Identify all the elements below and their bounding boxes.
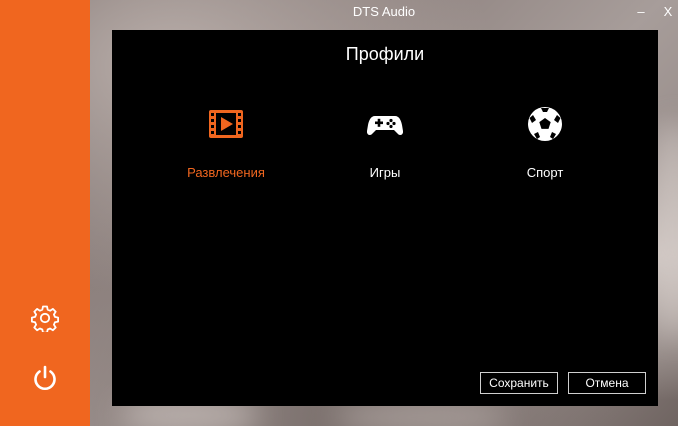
gear-icon bbox=[31, 305, 59, 332]
power-icon bbox=[34, 365, 56, 390]
profile-sport[interactable]: Спорт bbox=[480, 106, 610, 186]
soccer-ball-icon bbox=[528, 107, 562, 141]
window-title: DTS Audio bbox=[352, 4, 416, 19]
profile-games[interactable]: Игры bbox=[320, 106, 450, 186]
sidebar bbox=[0, 0, 90, 426]
profile-label: Игры bbox=[369, 165, 401, 180]
profiles-panel: Профили Развлечения Игры Спорт Сохранить… bbox=[112, 30, 658, 406]
cancel-button[interactable]: Отмена bbox=[568, 372, 646, 394]
minimize-button[interactable]: – bbox=[630, 2, 652, 22]
profile-entertainment[interactable]: Развлечения bbox=[161, 106, 291, 186]
save-button[interactable]: Сохранить bbox=[480, 372, 558, 394]
page-title: Профили bbox=[345, 44, 425, 64]
close-button[interactable]: X bbox=[657, 2, 678, 22]
gamepad-icon bbox=[367, 116, 403, 136]
film-icon bbox=[209, 110, 243, 138]
power-button[interactable] bbox=[25, 358, 65, 398]
profile-label: Спорт bbox=[526, 165, 564, 180]
title-bar: DTS Audio – X bbox=[90, 0, 678, 26]
settings-button[interactable] bbox=[25, 298, 65, 338]
background-blur bbox=[655, 120, 678, 340]
profile-label: Развлечения bbox=[187, 165, 265, 180]
dts-audio-window: DTS Audio – X Профили Развлечения Игры С… bbox=[0, 0, 678, 426]
